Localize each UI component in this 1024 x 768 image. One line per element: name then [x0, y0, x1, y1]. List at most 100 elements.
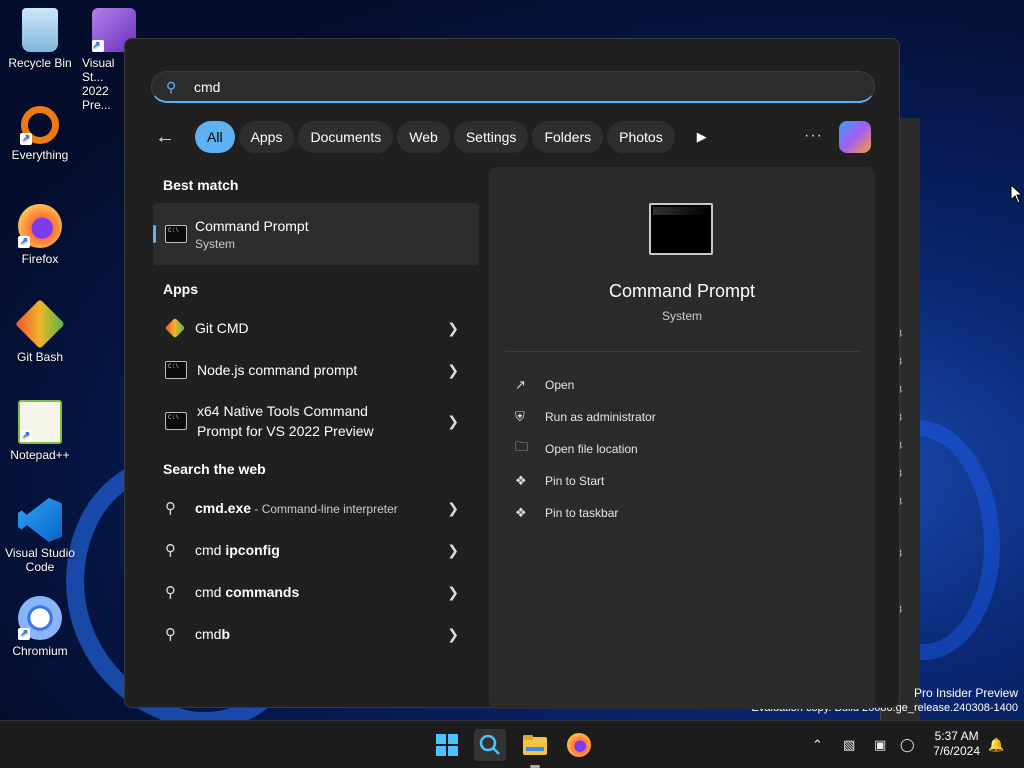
desktop-icon-label: Visual Studio Code [5, 546, 75, 574]
chevron-up-icon: ⌃ [812, 737, 823, 752]
preview-subtitle: System [661, 309, 702, 323]
chevron-right-icon[interactable]: ❯ [447, 584, 459, 601]
filter-all[interactable]: All [195, 121, 235, 153]
section-best-match: Best match [163, 177, 239, 193]
desktop-icon-label: Git Bash [16, 350, 64, 364]
action-open-file-location[interactable]: 🗀 Open file location [515, 433, 656, 465]
web-result-bold: ipconfig [225, 542, 280, 558]
command-prompt-icon [165, 412, 187, 430]
taskbar-clock[interactable]: 5:37 AM 7/6/2024 [933, 729, 980, 759]
app-result-label: Prompt for VS 2022 Preview [197, 423, 374, 439]
action-pin-to-taskbar[interactable]: ❖ Pin to taskbar [515, 497, 656, 529]
web-result-text: cmd [195, 584, 226, 600]
firefox-icon: ↗ [18, 204, 62, 248]
tray-display[interactable]: ▣ [874, 721, 886, 768]
desktop-icon-vscode[interactable]: Visual Studio Code [0, 498, 80, 574]
preview-actions: ↗ Open ⛨ Run as administrator 🗀 Open file l… [515, 369, 656, 529]
filter-photos[interactable]: Photos [607, 121, 675, 153]
desktop-icon-notepadpp[interactable]: ↗ Notepad++ [0, 400, 80, 462]
git-cmd-icon [164, 317, 186, 339]
web-result-text: cmd [195, 542, 226, 558]
network-disconnected-icon: ▧ [843, 737, 856, 752]
desktop-icon-git-bash[interactable]: Git Bash [0, 299, 80, 364]
notification-button[interactable]: 🔔 [988, 721, 1004, 768]
tray-network[interactable]: ▧ [843, 721, 855, 768]
chevron-right-icon[interactable]: ❯ [447, 320, 459, 337]
filter-documents[interactable]: Documents [298, 121, 394, 153]
tray-overflow-chevron[interactable]: ⌃ [812, 721, 823, 768]
action-label: Open [545, 378, 575, 392]
desktop-icon-recycle-bin[interactable]: Recycle Bin [0, 8, 80, 70]
filter-bar: ← All Apps Documents Web Settings Folder… [155, 121, 711, 153]
section-search-web: Search the web [163, 461, 266, 477]
filter-settings[interactable]: Settings [453, 121, 529, 153]
action-label: Run as administrator [545, 410, 656, 424]
chevron-right-icon[interactable]: ❯ [447, 413, 459, 430]
chevron-right-icon[interactable]: ❯ [447, 626, 459, 643]
start-search-panel: ⚲ ← All Apps Documents Web Settings Fold… [124, 38, 900, 709]
results-list: Best match Command Prompt System Apps Gi… [153, 167, 479, 655]
command-prompt-large-icon [649, 203, 713, 255]
bell-icon: 🔔 [988, 737, 1005, 752]
filter-web[interactable]: Web [397, 121, 450, 153]
desktop-icon-label: Everything [11, 148, 69, 162]
back-arrow-icon[interactable]: ← [155, 126, 185, 149]
desktop-icon-everything[interactable]: ↗ Everything [0, 106, 80, 162]
start-button[interactable] [431, 729, 463, 761]
best-match-command-prompt[interactable]: Command Prompt System [153, 203, 479, 265]
taskbar-firefox[interactable] [563, 729, 595, 761]
volume-muted-icon: ◯ [900, 737, 915, 752]
chevron-right-icon[interactable]: ❯ [447, 500, 459, 517]
desktop-icon-label: Recycle Bin [8, 56, 72, 70]
action-pin-to-start[interactable]: ❖ Pin to Start [515, 465, 656, 497]
tray-volume[interactable]: ◯ [900, 721, 915, 768]
shortcut-arrow-icon: ↗ [18, 236, 30, 248]
filter-folders[interactable]: Folders [532, 121, 604, 153]
preview-title: Command Prompt [608, 281, 756, 301]
notepadpp-icon: ↗ [18, 400, 62, 444]
vscode-icon [18, 498, 62, 542]
taskbar-file-explorer[interactable] [519, 729, 551, 761]
web-result-description: - Command-line interpreter [251, 501, 398, 516]
clock-date: 7/6/2024 [933, 744, 980, 758]
web-result-cmd-exe[interactable]: ⚲ cmd.exe - Command-line interpreter ❯ [153, 487, 479, 529]
desktop-icon-label: Firefox [21, 252, 59, 266]
chevron-right-icon[interactable]: ❯ [447, 542, 459, 559]
pin-icon: ❖ [515, 505, 527, 520]
shortcut-arrow-icon: ↗ [18, 628, 30, 640]
divider [505, 351, 859, 352]
web-result-cmd-commands[interactable]: ⚲ cmd commands ❯ [153, 571, 479, 613]
action-run-as-admin[interactable]: ⛨ Run as administrator [515, 401, 656, 433]
more-options-icon[interactable]: ··· [804, 127, 823, 145]
more-filters-play-icon[interactable]: ▶ [697, 129, 711, 145]
web-result-cmdb[interactable]: ⚲ cmdb ❯ [153, 613, 479, 655]
desktop-icon-chromium[interactable]: ↗ Chromium [0, 596, 80, 658]
command-prompt-icon [165, 361, 187, 379]
search-icon [479, 734, 500, 755]
copilot-icon[interactable] [839, 121, 871, 153]
action-open[interactable]: ↗ Open [515, 369, 656, 401]
open-external-icon: ↗ [515, 377, 526, 392]
search-icon: ⚲ [165, 500, 176, 517]
git-bash-icon [15, 299, 65, 349]
web-result-cmd-ipconfig[interactable]: ⚲ cmd ipconfig ❯ [153, 529, 479, 571]
search-box[interactable]: ⚲ [151, 71, 875, 103]
chevron-right-icon[interactable]: ❯ [447, 362, 459, 379]
action-label: Open file location [545, 442, 638, 456]
folder-icon: 🗀 [515, 439, 529, 454]
firefox-icon [567, 733, 591, 757]
desktop-icon-firefox[interactable]: ↗ Firefox [0, 204, 80, 266]
action-label: Pin to Start [545, 474, 605, 488]
search-input[interactable] [194, 78, 794, 95]
search-icon: ⚲ [166, 78, 177, 95]
shortcut-arrow-icon: ↗ [20, 133, 32, 145]
taskbar-search-button[interactable] [474, 729, 506, 761]
shortcut-arrow-icon: ↗ [92, 40, 104, 52]
folder-icon [523, 735, 547, 755]
command-prompt-icon [165, 225, 187, 243]
app-result-git-cmd[interactable]: Git CMD ❯ [153, 307, 479, 349]
action-label: Pin to taskbar [545, 506, 619, 520]
filter-apps[interactable]: Apps [238, 121, 295, 153]
app-result-nodejs[interactable]: Node.js command prompt ❯ [153, 349, 479, 391]
app-result-x64-native-tools[interactable]: x64 Native Tools Command Prompt for VS 2… [153, 391, 479, 451]
